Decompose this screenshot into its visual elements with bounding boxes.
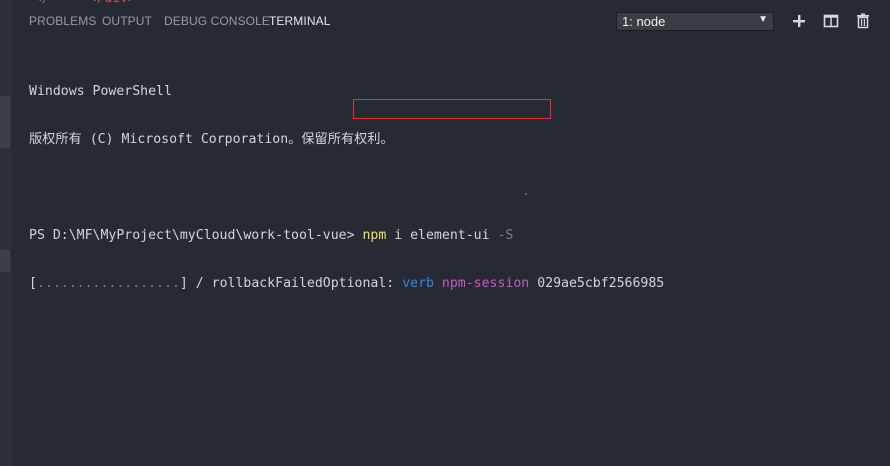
terminal-prompt-line: PS D:\MF\MyProject\myCloud\work-tool-vue… (29, 228, 664, 244)
progress-bracket-open: [ (29, 276, 37, 291)
terminal-instance-select[interactable]: 1: node ▼ (616, 12, 774, 31)
editor-gutter (0, 0, 11, 466)
command-args: i element-ui (386, 228, 498, 243)
terminal-output[interactable]: Windows PowerShell 版权所有 (C) Microsoft Co… (29, 52, 664, 324)
trash-icon (857, 13, 869, 29)
terminal-panel: </ </div> PROBLEMS OUTPUT DEBUG CONSOLE … (0, 0, 890, 466)
chevron-down-icon: ▼ (758, 14, 768, 25)
terminal-prompt: PS D:\MF\MyProject\myCloud\work-tool-vue… (29, 228, 363, 243)
command-npm: npm (362, 228, 387, 243)
terminal-line: 版权所有 (C) Microsoft Corporation。保留所有权利。 (29, 132, 394, 147)
npm-session-id: 029ae5cbf2566985 (529, 276, 665, 291)
gutter-scroll-marker (0, 96, 10, 148)
terminal-progress-line: [..................] / rollbackFailedOpt… (29, 276, 664, 292)
plus-icon (793, 15, 805, 27)
split-icon (823, 14, 839, 28)
progress-status: ] / rollbackFailedOptional: (179, 276, 403, 291)
tab-output[interactable]: OUTPUT (102, 14, 152, 28)
tab-debug-console[interactable]: DEBUG CONSOLE (164, 14, 270, 28)
terminal-line: Windows PowerShell (29, 84, 172, 99)
tab-terminal[interactable]: TERMINAL (269, 14, 330, 28)
command-highlight-box (353, 99, 551, 119)
kill-terminal-button[interactable] (854, 12, 872, 30)
gutter-scroll-marker (0, 250, 10, 272)
terminal-instance-value: 1: node (622, 14, 666, 29)
cursor-dot (525, 193, 527, 195)
npm-session-label: npm-session (441, 276, 530, 291)
new-terminal-button[interactable] (790, 12, 808, 30)
command-flag: -S (497, 228, 514, 243)
log-level-verb: verb (402, 276, 434, 291)
tab-problems[interactable]: PROBLEMS (29, 14, 97, 28)
split-terminal-button[interactable] (822, 12, 840, 30)
progress-dots: .................. (36, 276, 180, 291)
